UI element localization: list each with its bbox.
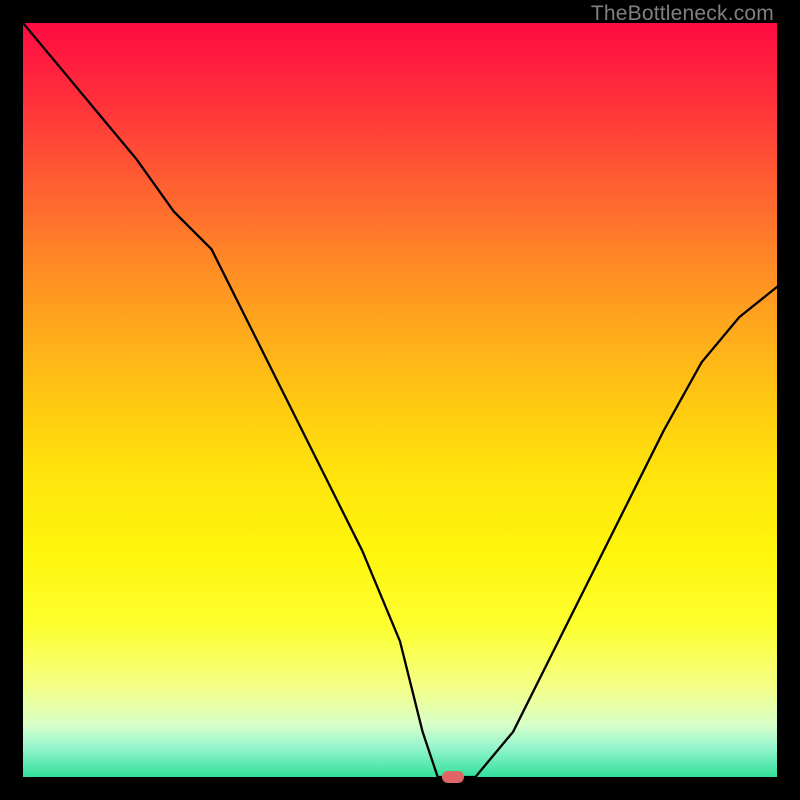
chart-frame: TheBottleneck.com xyxy=(0,0,800,800)
watermark-text: TheBottleneck.com xyxy=(591,2,774,26)
bottleneck-curve xyxy=(23,23,777,777)
optimal-marker xyxy=(442,771,464,783)
curve-path xyxy=(23,23,777,777)
plot-area xyxy=(23,23,777,777)
